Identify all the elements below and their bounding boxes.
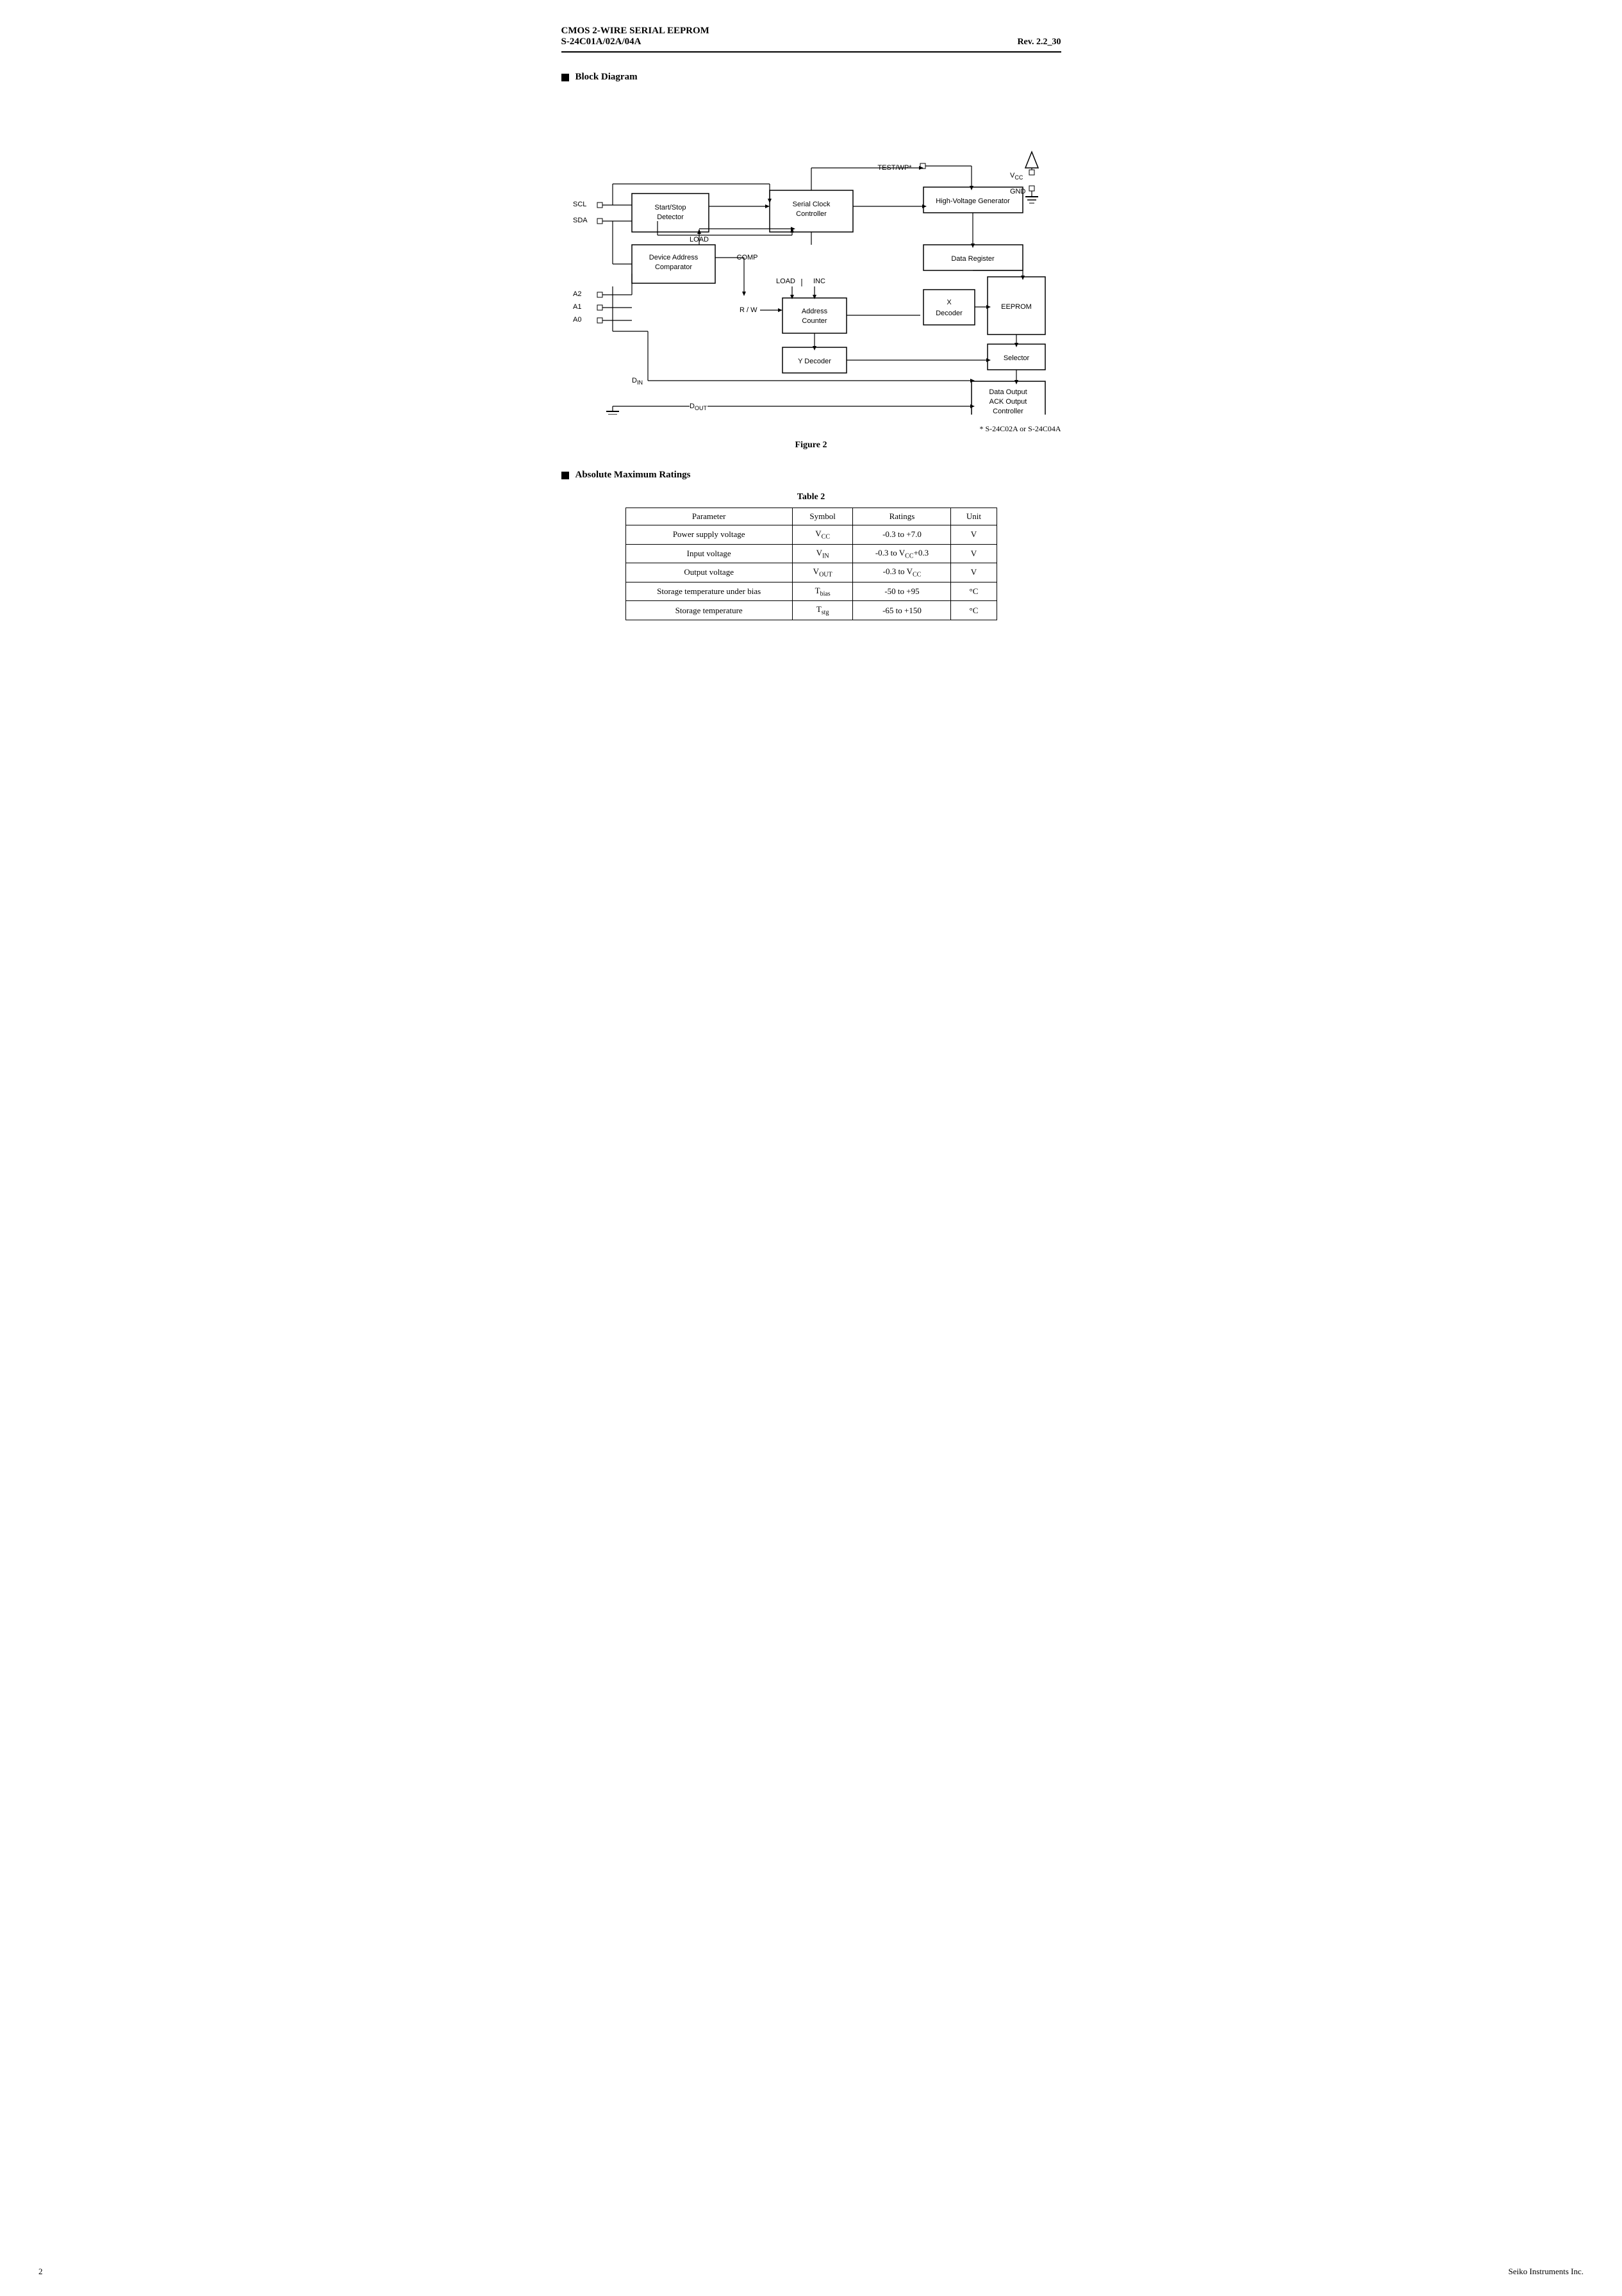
page-header: CMOS 2-WIRE SERIAL EEPROM S-24C01A/02A/0…: [561, 26, 1061, 53]
svg-text:Data Register: Data Register: [951, 255, 995, 263]
svg-text:ACK Output: ACK Output: [989, 398, 1027, 406]
svg-text:Controller: Controller: [993, 408, 1023, 415]
block-diagram-section-title: Block Diagram: [561, 72, 1061, 83]
svg-text:Address: Address: [801, 308, 827, 315]
table-row: Output voltage VOUT -0.3 to VCC V: [625, 563, 997, 582]
table-title: Table 2: [561, 492, 1061, 502]
svg-text:LOAD: LOAD: [776, 277, 795, 285]
svg-text:A2: A2: [573, 290, 581, 298]
section-bullet: [561, 74, 569, 81]
table-row: Storage temperature Tstg -65 to +150 °C: [625, 601, 997, 620]
sda-label: SDA: [573, 217, 588, 224]
svg-text:Data Output: Data Output: [989, 388, 1027, 396]
table-row: Power supply voltage VCC -0.3 to +7.0 V: [625, 525, 997, 545]
block-diagram: SCL SDA Start/Stop Detector Serial Clock…: [561, 94, 1061, 418]
svg-text:VCC: VCC: [1010, 172, 1023, 181]
svg-text:Start/Stop: Start/Stop: [654, 204, 686, 211]
footnote: * S-24C02A or S-24C04A: [561, 424, 1061, 434]
svg-text:Comparator: Comparator: [654, 263, 691, 271]
header-rev: Rev. 2.2_30: [1017, 37, 1061, 47]
svg-text:High-Voltage Generator: High-Voltage Generator: [936, 197, 1010, 205]
svg-text:Device Address: Device Address: [649, 254, 698, 261]
table-row: Input voltage VIN -0.3 to VCC+0.3 V: [625, 544, 997, 563]
ratings-section-title: Absolute Maximum Ratings: [561, 470, 1061, 481]
header-title: CMOS 2-WIRE SERIAL EEPROM S-24C01A/02A/0…: [561, 26, 709, 47]
company-name: Seiko Instruments Inc.: [1509, 2267, 1584, 2277]
section-bullet-2: [561, 472, 569, 479]
ratings-table: Parameter Symbol Ratings Unit Power supp…: [625, 508, 997, 620]
figure-label: Figure 2: [561, 440, 1061, 450]
page-footer: 2 Seiko Instruments Inc.: [0, 2267, 1622, 2277]
svg-text:DIN: DIN: [632, 377, 643, 386]
scl-label: SCL: [573, 201, 586, 208]
svg-text:DOUT: DOUT: [690, 402, 707, 411]
svg-text:Counter: Counter: [802, 317, 827, 325]
svg-text:Detector: Detector: [657, 213, 684, 221]
col-ratings: Ratings: [853, 508, 951, 525]
svg-text:Y Decoder: Y Decoder: [798, 358, 831, 365]
svg-text:GND: GND: [1010, 188, 1026, 195]
col-unit: Unit: [951, 508, 997, 525]
svg-text:X: X: [947, 299, 952, 306]
svg-text:Controller: Controller: [796, 210, 827, 218]
table-row: Storage temperature under bias Tbias -50…: [625, 582, 997, 601]
svg-text:EEPROM: EEPROM: [1001, 303, 1032, 311]
svg-text:Selector: Selector: [1003, 354, 1029, 362]
svg-text:INC: INC: [813, 277, 825, 285]
svg-text:R / W: R / W: [740, 306, 757, 314]
svg-text:Serial Clock: Serial Clock: [792, 201, 830, 208]
page-number: 2: [38, 2267, 43, 2277]
svg-text:A1: A1: [573, 303, 581, 311]
col-symbol: Symbol: [792, 508, 853, 525]
col-parameter: Parameter: [625, 508, 792, 525]
svg-text:A0: A0: [573, 316, 581, 324]
svg-text:Decoder: Decoder: [936, 310, 963, 317]
